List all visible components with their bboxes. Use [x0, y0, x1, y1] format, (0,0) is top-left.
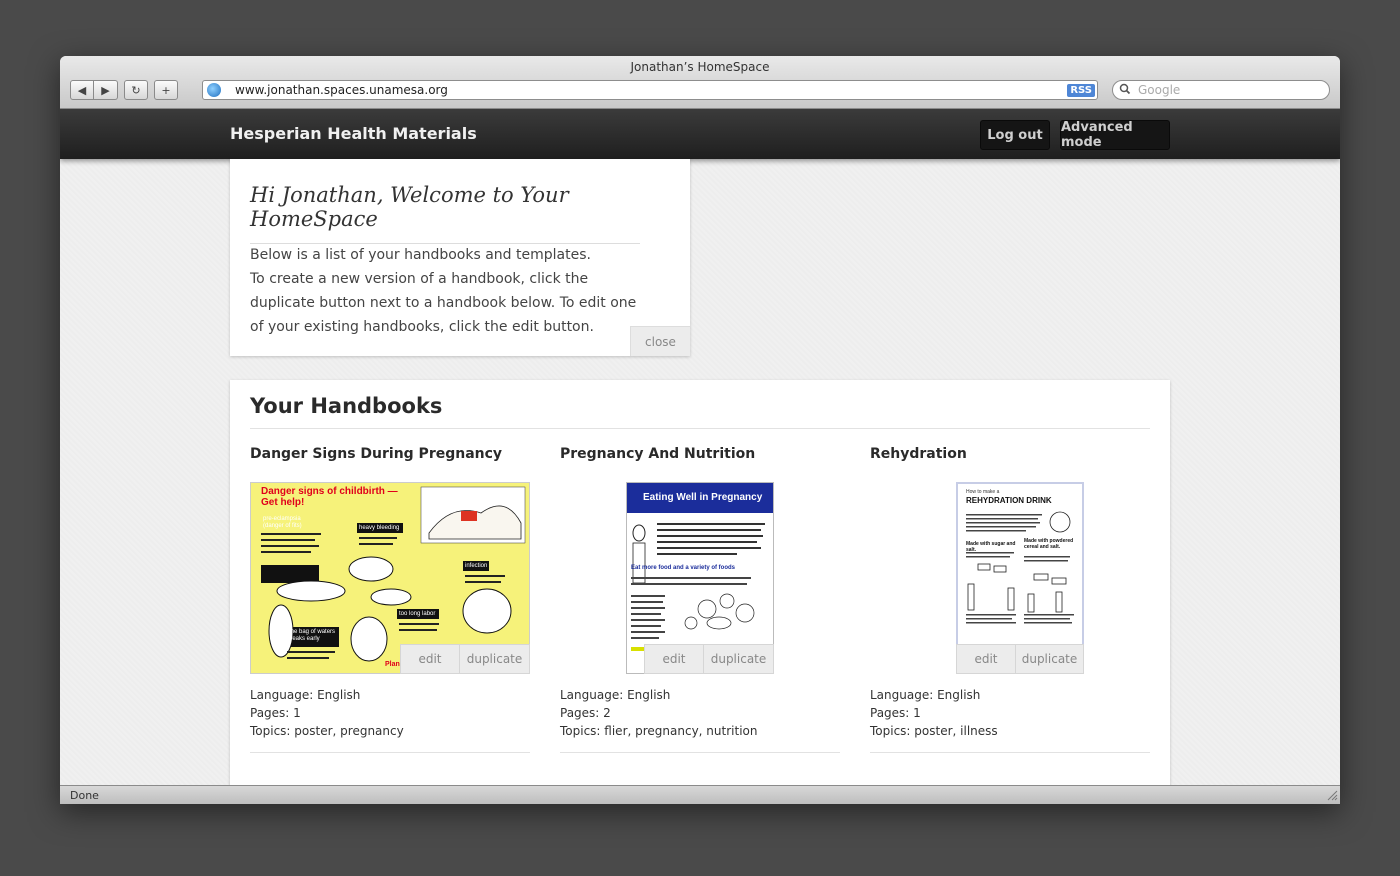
handbook-card: Rehydration How to make a REHYDRATION DR… — [870, 446, 1150, 753]
handbook-actions: edit duplicate — [400, 644, 530, 674]
handbook-language: Language: English — [560, 688, 671, 702]
divider — [250, 752, 530, 753]
handbook-topics: Topics: flier, pregnancy, nutrition — [560, 724, 758, 738]
handbook-thumbnail-area: Eating Well in Pregnancy Eat more food a… — [560, 482, 840, 674]
duplicate-button[interactable]: duplicate — [704, 644, 774, 674]
thumb-label: heavy bleeding — [359, 525, 400, 531]
rss-button[interactable]: RSS — [1067, 83, 1095, 97]
handbook-thumbnail-area: How to make a REHYDRATION DRINK Made wit… — [870, 482, 1150, 674]
welcome-panel: Hi Jonathan, Welcome to Your HomeSpace B… — [230, 159, 690, 356]
duplicate-button[interactable]: duplicate — [460, 644, 530, 674]
handbook-language: Language: English — [250, 688, 361, 702]
thumb-label: infection — [465, 563, 488, 569]
page-content: Hesperian Health Materials Log out Advan… — [60, 109, 1340, 785]
search-icon — [1119, 83, 1132, 98]
nav-buttons: ◀ ▶ ↻ + — [70, 80, 184, 102]
handbook-pages: Pages: 2 — [560, 706, 611, 720]
edit-button[interactable]: edit — [644, 644, 704, 674]
resize-grip-icon[interactable] — [1326, 789, 1338, 804]
url-text[interactable]: www.jonathan.spaces.unamesa.org — [235, 83, 1067, 97]
globe-icon — [207, 83, 221, 97]
reload-button[interactable]: ↻ — [124, 80, 148, 100]
address-bar[interactable]: www.jonathan.spaces.unamesa.org RSS — [202, 80, 1098, 100]
handbooks-heading: Your Handbooks — [250, 394, 1150, 429]
thumb-title: Eating Well in Pregnancy — [643, 492, 763, 503]
thumb-label: Made with sugar and salt. — [966, 541, 1016, 553]
title-bar: Jonathan’s HomeSpace ◀ ▶ ↻ + www.jonatha… — [60, 56, 1340, 109]
edit-button[interactable]: edit — [400, 644, 460, 674]
browser-window: Jonathan’s HomeSpace ◀ ▶ ↻ + www.jonatha… — [60, 56, 1340, 804]
welcome-line-2: To create a new version of a handbook, c… — [250, 271, 637, 335]
welcome-title: Hi Jonathan, Welcome to Your HomeSpace — [250, 183, 640, 244]
forward-button[interactable]: ▶ — [94, 80, 118, 100]
handbook-pages: Pages: 1 — [870, 706, 921, 720]
handbook-meta: Language: English Pages: 2 Topics: flier… — [560, 686, 840, 740]
reload-icon: ↻ — [131, 83, 141, 97]
window-title: Jonathan’s HomeSpace — [630, 60, 770, 74]
handbook-pages: Pages: 1 — [250, 706, 301, 720]
divider — [870, 752, 1150, 753]
divider — [560, 752, 840, 753]
handbook-actions: edit duplicate — [644, 644, 774, 674]
back-forward-group: ◀ ▶ — [70, 80, 118, 102]
handbook-card: Pregnancy And Nutrition Eating Well in P… — [560, 446, 840, 753]
handbook-card: Danger Signs During Pregnancy Danger sig… — [250, 446, 530, 753]
thumb-label: Plan — [385, 661, 400, 668]
handbook-topics: Topics: poster, illness — [870, 724, 998, 738]
add-bookmark-button[interactable]: + — [154, 80, 178, 100]
thumb-label: The bag of waters breaks early — [287, 629, 336, 642]
thumb-label: pre-eclampsia (danger of fits) — [263, 516, 302, 529]
welcome-text: Below is a list of your handbooks and te… — [250, 243, 650, 339]
thumb-subtitle: Eat more food and a variety of foods — [631, 565, 736, 571]
site-header: Hesperian Health Materials Log out Advan… — [60, 109, 1340, 159]
plus-icon: + — [161, 83, 171, 97]
thumb-label: Made with powdered cereal and salt. — [1024, 538, 1074, 550]
back-button[interactable]: ◀ — [70, 80, 94, 100]
handbook-meta: Language: English Pages: 1 Topics: poste… — [870, 686, 1150, 740]
handbook-title[interactable]: Pregnancy And Nutrition — [560, 446, 840, 472]
handbook-topics: Topics: poster, pregnancy — [250, 724, 404, 738]
handbook-title[interactable]: Rehydration — [870, 446, 1150, 472]
thumb-label: too long labor — [399, 611, 436, 617]
handbook-meta: Language: English Pages: 1 Topics: poste… — [250, 686, 530, 740]
brand-title[interactable]: Hesperian Health Materials — [230, 124, 477, 143]
back-icon: ◀ — [77, 83, 87, 97]
advanced-mode-button[interactable]: Advanced mode — [1060, 120, 1170, 150]
handbook-title[interactable]: Danger Signs During Pregnancy — [250, 446, 530, 472]
handbook-actions: edit duplicate — [956, 644, 1084, 674]
edit-button[interactable]: edit — [956, 644, 1016, 674]
handbook-language: Language: English — [870, 688, 981, 702]
duplicate-button[interactable]: duplicate — [1016, 644, 1084, 674]
forward-icon: ▶ — [101, 83, 110, 97]
thumb-pretitle: How to make a — [966, 489, 1000, 495]
close-button[interactable]: close — [630, 326, 690, 356]
status-bar: Done — [60, 785, 1340, 804]
handbook-thumbnail-area: Danger signs of childbirth — Get help! p… — [250, 482, 530, 674]
handbooks-panel: Your Handbooks Danger Signs During Pregn… — [230, 380, 1170, 785]
search-field[interactable] — [1112, 80, 1330, 100]
logout-button[interactable]: Log out — [980, 120, 1050, 150]
thumb-title: Danger signs of childbirth — Get help! — [261, 486, 398, 508]
status-text: Done — [70, 789, 99, 802]
welcome-line-1: Below is a list of your handbooks and te… — [250, 247, 591, 263]
search-input[interactable] — [1138, 83, 1308, 97]
